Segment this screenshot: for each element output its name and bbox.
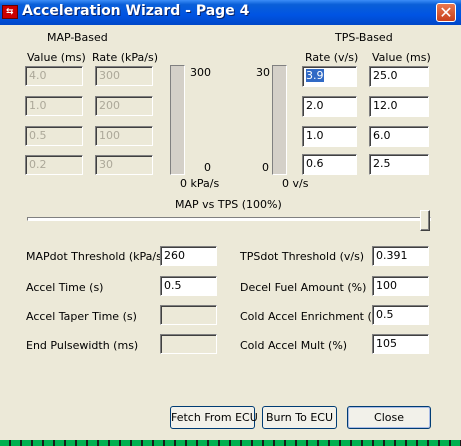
cold-accel-mult-field[interactable]: 105 bbox=[372, 334, 429, 354]
map-gauge-max-label: 300 bbox=[190, 66, 211, 79]
map-gauge-min-label: 0 bbox=[204, 161, 211, 174]
decel-fuel-amount-label: Decel Fuel Amount (%) bbox=[240, 281, 367, 294]
tps-value-field-3[interactable]: 6.0 bbox=[369, 126, 429, 147]
tps-gauge-unit-label: 0 v/s bbox=[282, 177, 309, 190]
close-window-button[interactable]: ✕ bbox=[436, 3, 456, 22]
tps-rate-column-header: Rate (v/s) bbox=[305, 51, 359, 64]
fetch-from-ecu-button[interactable]: Fetch From ECU bbox=[170, 406, 258, 429]
map-value-field-2: 1.0 bbox=[25, 96, 83, 116]
tps-gauge-min-label: 0 bbox=[262, 161, 269, 174]
map-value-field-4: 0.2 bbox=[25, 155, 83, 175]
close-icon: ✕ bbox=[439, 3, 453, 22]
tps-rate-field-2[interactable]: 2.0 bbox=[302, 96, 357, 117]
cold-accel-mult-label: Cold Accel Mult (%) bbox=[240, 339, 348, 352]
map-vs-tps-label: MAP vs TPS (100%) bbox=[175, 198, 282, 211]
map-value-field-1: 4.0 bbox=[25, 66, 83, 86]
mapdot-threshold-field[interactable]: 260 bbox=[160, 246, 217, 266]
tps-value-field-4[interactable]: 2.5 bbox=[369, 154, 429, 175]
map-rate-field-4: 30 bbox=[95, 155, 153, 175]
map-value-column-header: Value (ms) bbox=[27, 51, 86, 64]
tps-value-column-header: Value (ms) bbox=[372, 51, 431, 64]
tps-rate-field-3[interactable]: 1.0 bbox=[302, 126, 357, 147]
map-rate-field-3: 100 bbox=[95, 126, 153, 146]
map-value-field-3: 0.5 bbox=[25, 126, 83, 146]
tps-rate-field-1-selection: 3.9 bbox=[306, 69, 324, 82]
map-rate-column-header: Rate (kPa/s) bbox=[92, 51, 158, 64]
accel-taper-time-field bbox=[160, 305, 217, 325]
accel-time-label: Accel Time (s) bbox=[26, 281, 104, 294]
tps-value-field-2[interactable]: 12.0 bbox=[369, 96, 429, 117]
tps-rate-field-4[interactable]: 0.6 bbox=[302, 154, 357, 175]
tps-rate-field-1[interactable]: 3.9 bbox=[302, 66, 357, 87]
map-vs-tps-slider-track[interactable] bbox=[27, 217, 431, 221]
cold-accel-enrichment-field[interactable]: 0.5 bbox=[372, 305, 429, 325]
burn-to-ecu-button[interactable]: Burn To ECU bbox=[262, 406, 337, 429]
tps-value-field-1[interactable]: 25.0 bbox=[369, 66, 429, 87]
window-title: Acceleration Wizard - Page 4 bbox=[22, 3, 250, 19]
accel-time-field[interactable]: 0.5 bbox=[160, 276, 217, 296]
cold-accel-enrichment-label: Cold Accel Enrichment (ms) bbox=[240, 310, 393, 323]
tpsdot-threshold-field[interactable]: 0.391 bbox=[372, 246, 429, 266]
decel-fuel-amount-field[interactable]: 100 bbox=[372, 276, 429, 296]
tps-rate-gauge bbox=[272, 65, 287, 175]
tps-based-heading: TPS-Based bbox=[335, 31, 393, 44]
map-rate-gauge bbox=[170, 65, 185, 175]
app-icon: ⇆ bbox=[2, 5, 18, 19]
map-vs-tps-slider-thumb[interactable] bbox=[420, 210, 430, 231]
end-pulsewidth-field bbox=[160, 334, 217, 354]
end-pulsewidth-label: End Pulsewidth (ms) bbox=[26, 339, 139, 352]
acceleration-wizard-window: ⇆ Acceleration Wizard - Page 4 ✕ MAP-Bas… bbox=[0, 0, 461, 440]
map-based-heading: MAP-Based bbox=[47, 31, 108, 44]
tps-gauge-max-label: 30 bbox=[256, 66, 270, 79]
accel-taper-time-label: Accel Taper Time (s) bbox=[26, 310, 137, 323]
background-status-strip bbox=[0, 440, 461, 446]
tpsdot-threshold-label: TPSdot Threshold (v/s) bbox=[240, 250, 365, 263]
title-bar[interactable]: ⇆ Acceleration Wizard - Page 4 ✕ bbox=[0, 0, 461, 25]
map-gauge-unit-label: 0 kPa/s bbox=[180, 177, 220, 190]
mapdot-threshold-label: MAPdot Threshold (kPa/s) bbox=[26, 250, 167, 263]
map-rate-field-1: 300 bbox=[95, 66, 153, 86]
close-button[interactable]: Close bbox=[347, 406, 431, 429]
map-rate-field-2: 200 bbox=[95, 96, 153, 116]
